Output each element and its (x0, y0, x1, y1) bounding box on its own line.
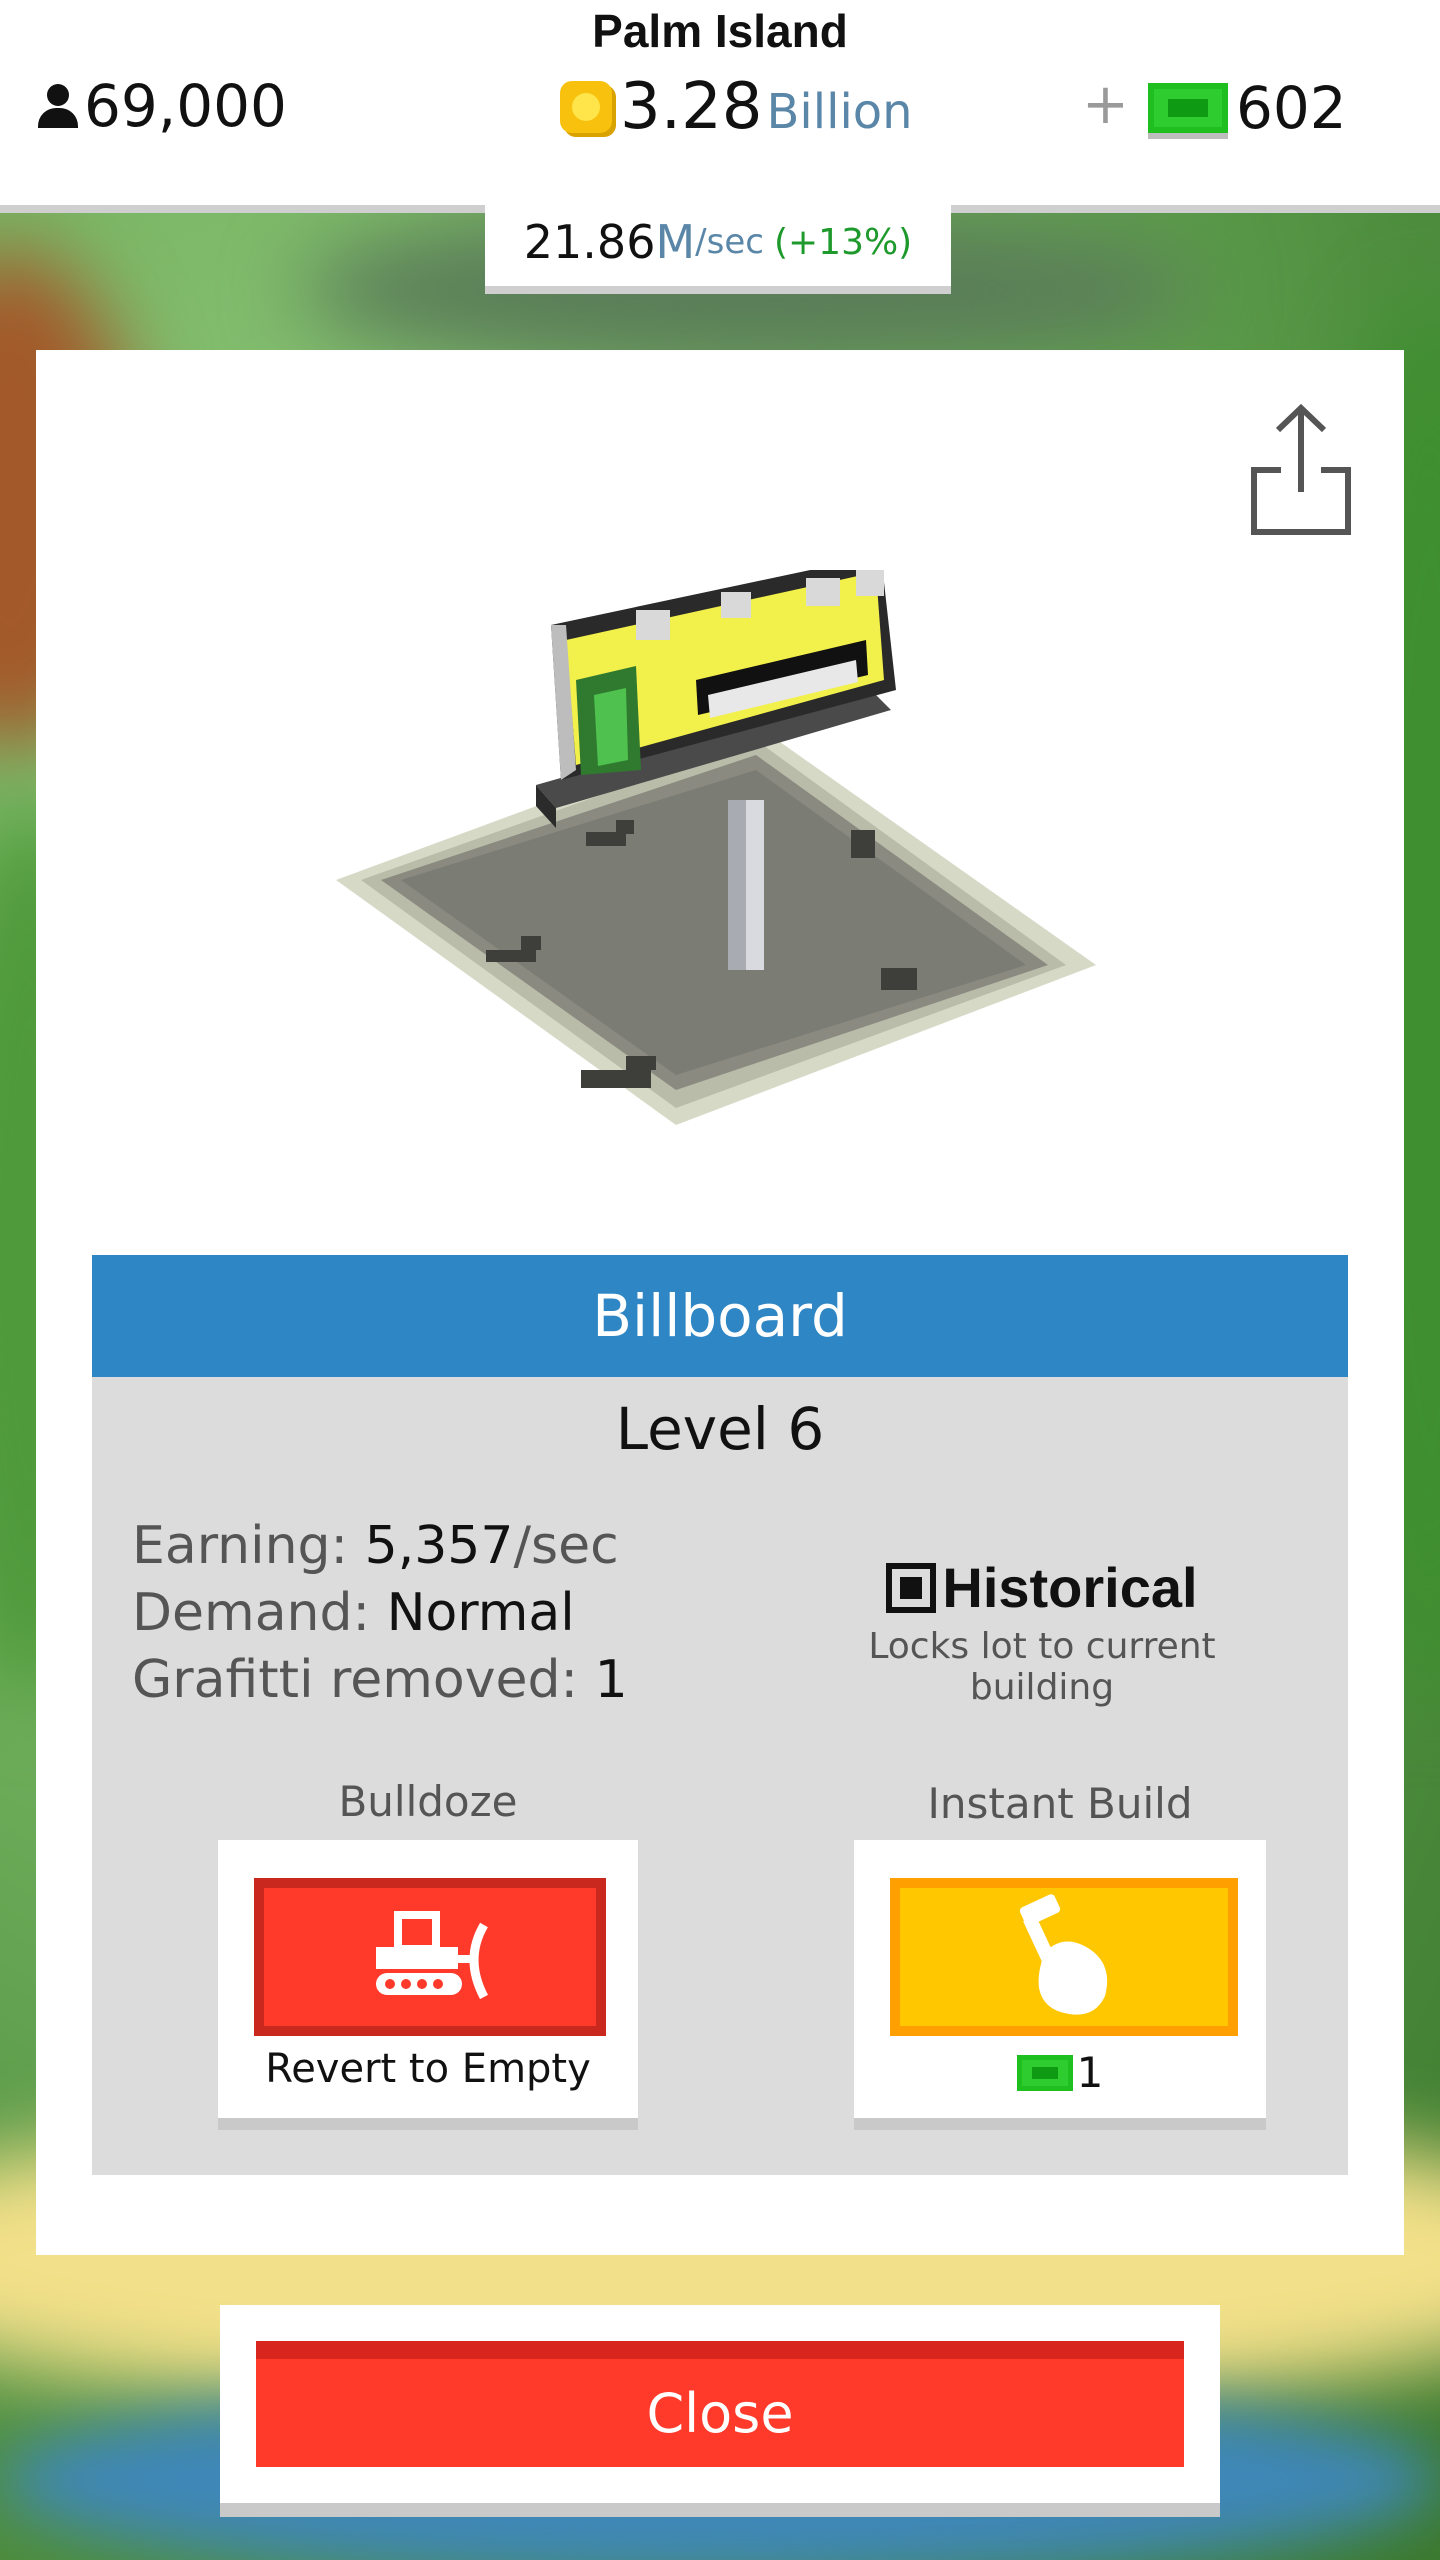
bulldozer-icon (376, 1911, 489, 2000)
money-unit: Billion (766, 84, 913, 140)
earning-unit: /sec (513, 1516, 619, 1576)
person-icon (38, 84, 78, 128)
building-info-panel: Billboard Level 6 Earning: 5,357/sec Dem… (36, 350, 1404, 2255)
historical-checkbox[interactable] (886, 1562, 937, 1613)
building-level: Level 6 (615, 1395, 825, 1463)
top-status-bar: Palm Island 69,000 3.28 Billion + 602 (0, 0, 1440, 205)
rate-bonus: (+13%) (773, 221, 913, 263)
buy-cash-plus-button[interactable]: + (1082, 72, 1129, 137)
close-button[interactable]: Close (256, 2341, 1184, 2467)
income-rate-tab: 21.86 M /sec (+13%) (485, 198, 951, 286)
hammer-hand-icon (1019, 1894, 1108, 2015)
demand-value: Normal (386, 1583, 575, 1643)
population-counter: 69,000 (38, 72, 287, 140)
billboard-building-image (336, 570, 1096, 1125)
earning-row: Earning: 5,357/sec (132, 1513, 628, 1580)
share-button[interactable] (1246, 400, 1356, 540)
rate-per: /sec (695, 222, 764, 262)
historical-label: Historical (942, 1556, 1198, 1619)
bulldoze-label: Bulldoze (338, 1777, 518, 1826)
instant-build-button[interactable] (890, 1878, 1238, 2036)
island-name: Palm Island (592, 5, 848, 57)
coin-icon (560, 81, 612, 133)
demand-row: Demand: Normal (132, 1580, 628, 1647)
building-stats: Earning: 5,357/sec Demand: Normal Grafit… (132, 1513, 628, 1714)
graffiti-label: Grafitti removed: (132, 1650, 579, 1710)
cash-icon (1016, 2054, 1073, 2091)
bulldoze-card: Revert to Empty (218, 1840, 638, 2118)
graffiti-value: 1 (594, 1650, 628, 1710)
cash-icon (1148, 83, 1228, 133)
population-value: 69,000 (84, 72, 287, 140)
instant-build-card: 1 (854, 1840, 1266, 2118)
cash-value: 602 (1236, 74, 1347, 142)
money-value: 3.28 (620, 70, 763, 144)
graffiti-row: Grafitti removed: 1 (132, 1647, 628, 1714)
instant-build-cost-value: 1 (1076, 2048, 1104, 2097)
rate-value: 21.86 (523, 215, 656, 269)
instant-build-label: Instant Build (927, 1779, 1193, 1828)
earning-value: 5,357 (364, 1516, 514, 1576)
demand-label: Demand: (132, 1583, 371, 1643)
bulldoze-button[interactable] (254, 1878, 606, 2036)
historical-toggle: Historical Locks lot to current building (792, 1555, 1292, 1708)
historical-description: Locks lot to current building (868, 1626, 1216, 1708)
cash-counter[interactable]: 602 (1148, 74, 1347, 142)
instant-build-cost: 1 (854, 2048, 1266, 2097)
close-card: Close (220, 2305, 1220, 2503)
money-counter: 3.28 Billion (560, 70, 913, 144)
building-name: Billboard (92, 1255, 1348, 1377)
share-icon (1251, 403, 1351, 535)
earning-label: Earning: (132, 1516, 349, 1576)
bulldoze-caption: Revert to Empty (265, 2046, 591, 2092)
building-details: Billboard Level 6 Earning: 5,357/sec Dem… (92, 1255, 1348, 2175)
rate-unit: M (655, 215, 696, 269)
